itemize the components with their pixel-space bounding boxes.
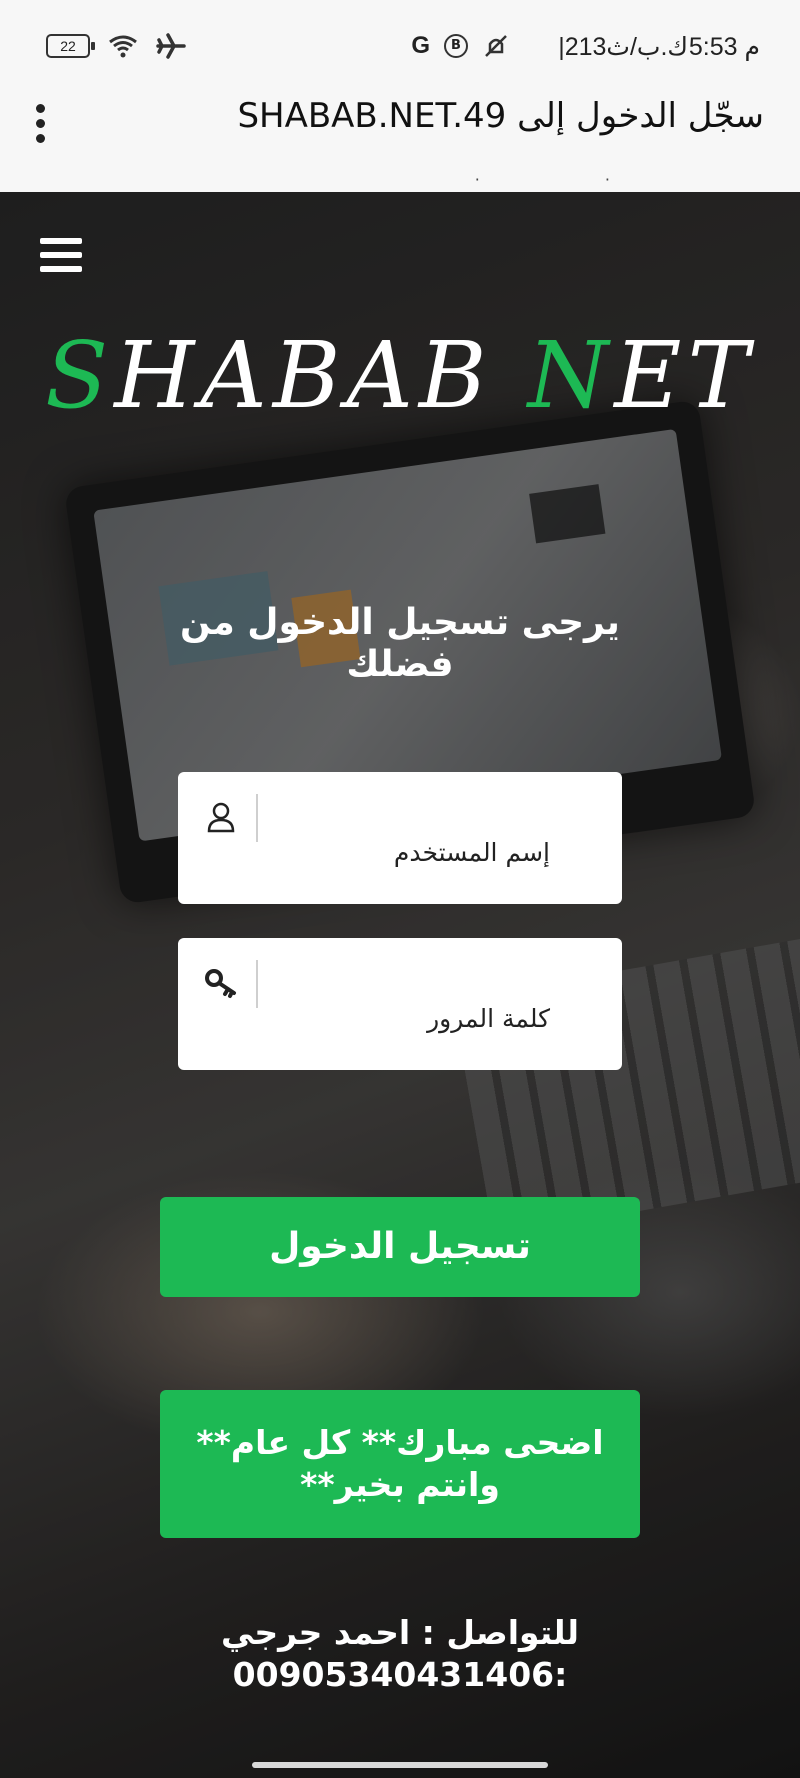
menu-icon[interactable]: [40, 238, 82, 280]
login-page: SHABAB NET يرجى تسجيل الدخول من فضلك إسم…: [0, 192, 800, 1778]
page-title: سجّل الدخول إلى SHABAB.NET.49: [237, 96, 764, 136]
airplane-icon: [156, 33, 186, 59]
wifi-icon: [109, 35, 137, 58]
password-field[interactable]: كلمة المرور: [178, 938, 622, 1070]
username-field[interactable]: إسم المستخدم: [178, 772, 622, 904]
login-button[interactable]: تسجيل الدخول: [160, 1197, 640, 1297]
google-g-icon: G: [411, 32, 430, 59]
network-speed: |213ك.ب/ث: [558, 33, 688, 61]
eid-greeting-button[interactable]: اضحى مبارك** كل عام** وانتم بخير**: [160, 1390, 640, 1538]
battery-icon: 22: [46, 34, 95, 58]
browser-title-bar: سجّل الدخول إلى SHABAB.NET.49 · ·: [0, 92, 800, 192]
key-icon: [205, 969, 236, 998]
gesture-nav-bar[interactable]: [252, 1762, 548, 1768]
username-input[interactable]: إسم المستخدم: [394, 838, 550, 867]
b-badge-icon: B: [444, 34, 468, 58]
status-icons-right: G B: [411, 32, 510, 60]
status-bar: 22 G B |213ك.ب/ث 5:53 م: [0, 0, 800, 92]
loading-dots: · ·: [474, 170, 670, 189]
contact-info: للتواصل : احمد جرجي 00905340431406:: [150, 1612, 650, 1696]
site-logo: SHABAB NET: [45, 322, 755, 429]
mute-icon: [485, 35, 507, 57]
contact-phone: 00905340431406:: [232, 1655, 568, 1694]
field-divider: [256, 960, 258, 1008]
status-icons-left: 22: [46, 33, 186, 59]
user-icon: [207, 802, 235, 833]
login-prompt: يرجى تسجيل الدخول من فضلك: [180, 602, 620, 685]
clock: 5:53 م: [688, 33, 760, 61]
contact-name: للتواصل : احمد جرجي: [220, 1613, 580, 1652]
field-divider: [256, 794, 258, 842]
more-vert-icon[interactable]: [36, 104, 48, 149]
password-input[interactable]: كلمة المرور: [427, 1004, 550, 1033]
